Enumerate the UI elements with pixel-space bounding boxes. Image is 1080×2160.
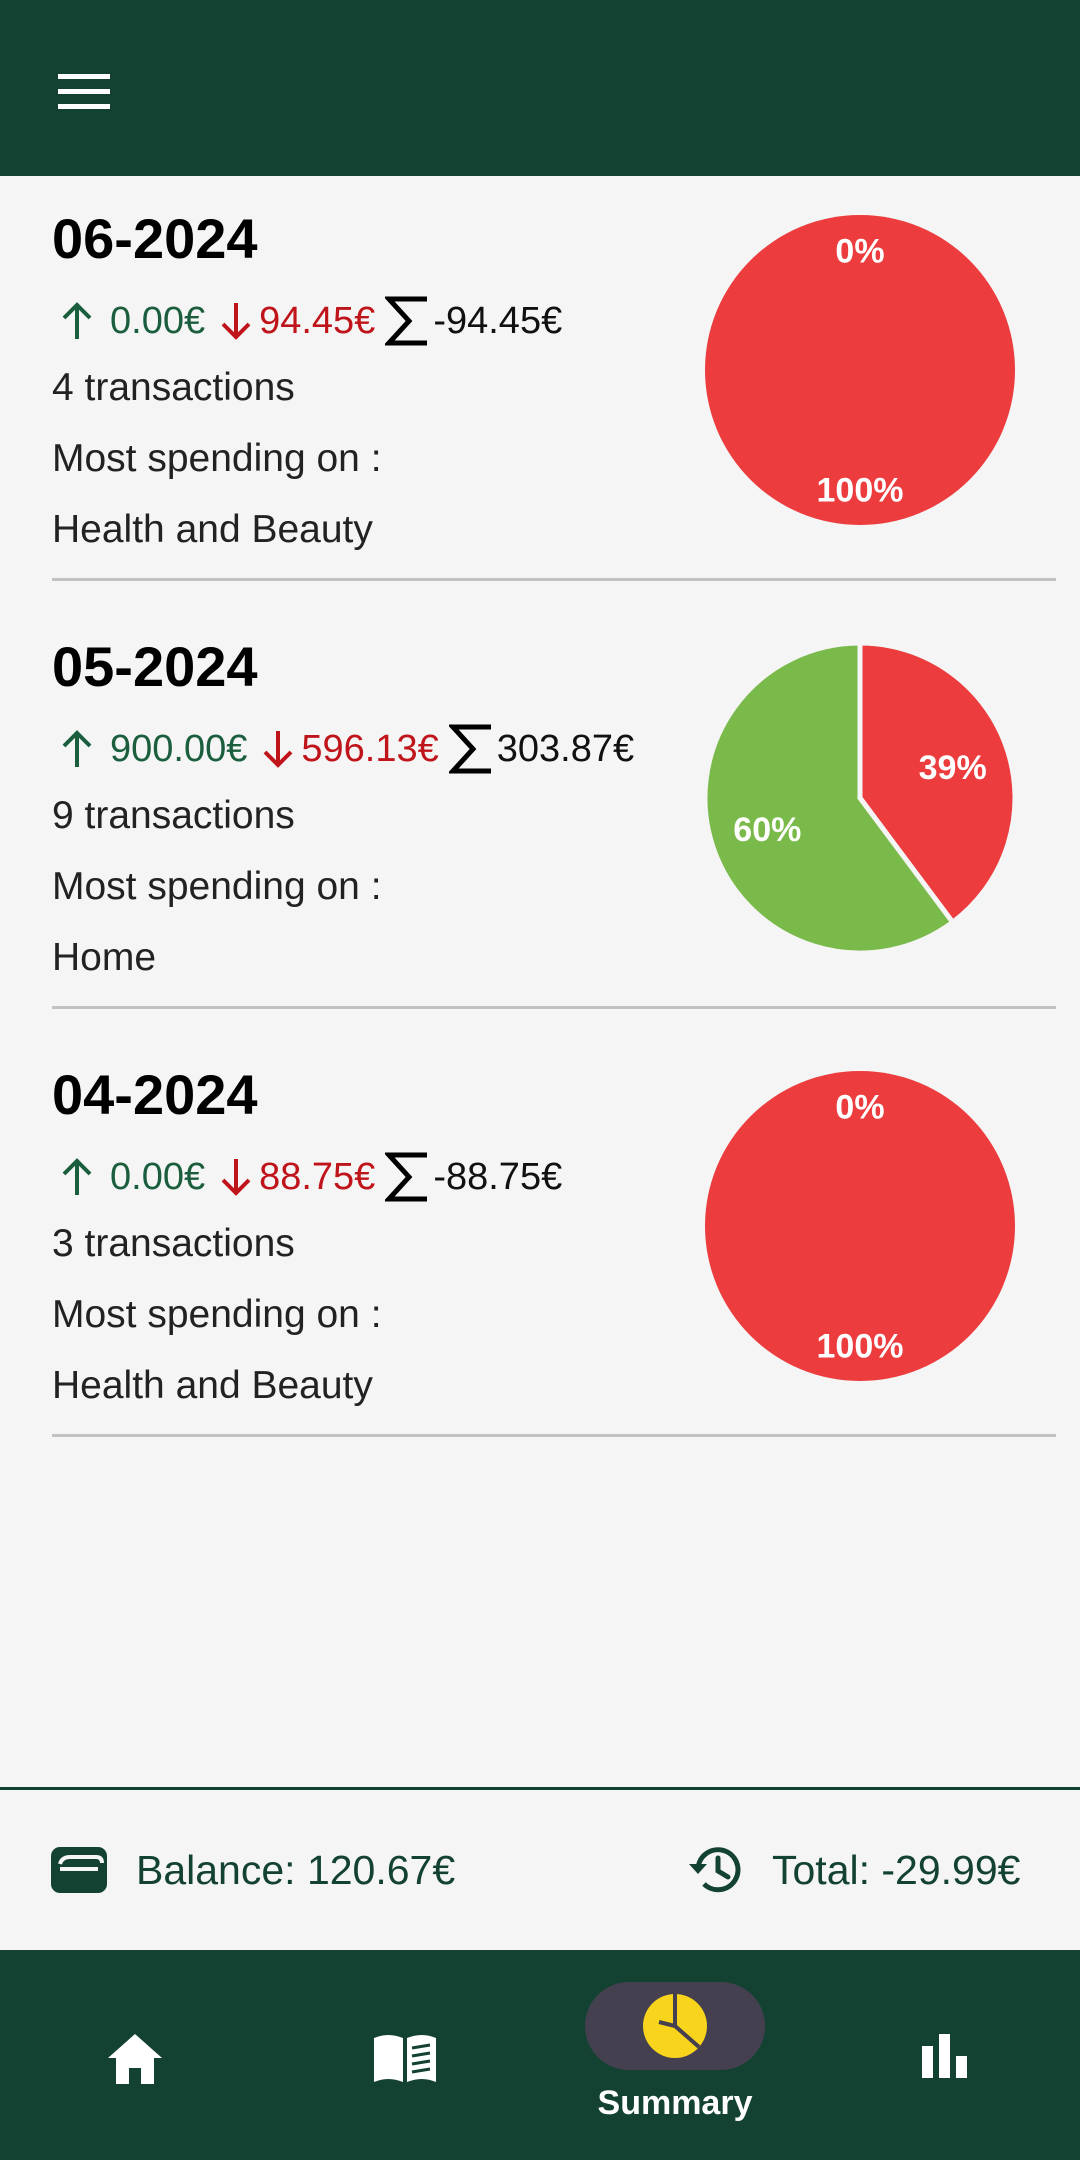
arrow-up-icon — [60, 1157, 94, 1197]
transaction-count: 3 transactions — [52, 1222, 295, 1265]
month-pie-chart[interactable]: 100% 0% — [700, 210, 1020, 530]
pie-slice-label: 100% — [817, 1327, 904, 1365]
total-amount: -94.45€ — [433, 299, 563, 342]
most-spending-category: Health and Beauty — [52, 1364, 373, 1407]
nav-home-icon-wrap — [106, 2032, 164, 2086]
pie-slice-label: 0% — [835, 1089, 884, 1127]
balance-item[interactable]: Balance: 120.67€ — [50, 1790, 455, 1950]
nav-book[interactable] — [305, 1950, 505, 2160]
nav-home[interactable] — [35, 1950, 235, 2160]
income-amount: 0.00€ — [110, 299, 206, 342]
total-item[interactable]: Total: -29.99€ — [686, 1790, 1020, 1950]
hamburger-menu-icon[interactable] — [56, 72, 112, 112]
expense-amount: 596.13€ — [301, 727, 439, 770]
most-spending-label: Most spending on : — [52, 865, 382, 908]
month-stats: 0.00€ 94.45€ -94.45€ — [60, 291, 562, 351]
arrow-up-icon — [60, 729, 94, 769]
divider — [52, 578, 1056, 581]
arrow-down-icon — [219, 1157, 253, 1197]
wallet-icon — [51, 1847, 107, 1893]
nav-summary-active-pill — [585, 1982, 765, 2070]
month-pie-chart[interactable]: 39% 60% — [700, 638, 1020, 958]
pie-slice-label: 60% — [733, 811, 801, 849]
month-title: 06-2024 — [52, 207, 258, 270]
pie-slice-label: 100% — [817, 471, 904, 509]
divider — [52, 1434, 1056, 1437]
month-title: 05-2024 — [52, 635, 258, 698]
most-spending-category: Home — [52, 936, 157, 979]
top-app-bar — [0, 0, 1080, 176]
total-amount: 303.87€ — [496, 727, 635, 770]
total-amount: -88.75€ — [433, 1155, 563, 1198]
transaction-count: 9 transactions — [52, 794, 295, 837]
month-stats: 0.00€ 88.75€ -88.75€ — [60, 1147, 562, 1207]
month-stats: 900.00€ 596.13€ 303.87€ — [60, 719, 634, 779]
month-card[interactable]: 06-2024 0.00€ 94.45€ -94.45€ 4 transacti… — [0, 176, 1080, 604]
expense-amount: 94.45€ — [259, 299, 376, 342]
history-icon — [689, 1847, 741, 1893]
pie-slice-label: 39% — [919, 749, 987, 787]
nav-summary[interactable]: Summary — [575, 1950, 775, 2160]
sigma-icon — [385, 1152, 431, 1202]
income-amount: 0.00€ — [110, 1155, 206, 1198]
bottom-navigation: Summary — [0, 1950, 1080, 2160]
book-icon — [374, 2035, 436, 2082]
bar-chart-icon — [922, 2034, 967, 2078]
balance-text: Balance: 120.67€ — [136, 1846, 456, 1893]
arrow-down-icon — [219, 301, 253, 341]
most-spending-label: Most spending on : — [52, 1293, 382, 1336]
divider — [52, 1006, 1056, 1009]
month-title: 04-2024 — [52, 1063, 258, 1126]
most-spending-label: Most spending on : — [52, 437, 382, 480]
home-icon — [108, 2034, 162, 2084]
nav-stats-icon-wrap — [920, 2032, 970, 2078]
arrow-down-icon — [261, 729, 295, 769]
sigma-icon — [448, 724, 495, 774]
income-amount: 900.00€ — [110, 727, 248, 770]
most-spending-category: Health and Beauty — [52, 508, 373, 551]
total-text: Total: -29.99€ — [772, 1846, 1021, 1893]
nav-stats[interactable] — [845, 1950, 1045, 2160]
month-pie-chart[interactable]: 100% 0% — [700, 1066, 1020, 1386]
month-card[interactable]: 04-2024 0.00€ 88.75€ -88.75€ 3 transacti… — [0, 1032, 1080, 1460]
menu-button[interactable] — [56, 52, 156, 132]
expense-amount: 88.75€ — [259, 1155, 376, 1198]
month-card[interactable]: 05-2024 900.00€ 596.13€ 303.87€ 9 transa… — [0, 604, 1080, 1032]
transaction-count: 4 transactions — [52, 366, 295, 409]
balance-bar: Balance: 120.67€ Total: -29.99€ — [0, 1787, 1080, 1950]
pie-slice-label: 0% — [835, 233, 884, 271]
pie-chart-icon — [643, 1994, 707, 2058]
arrow-up-icon — [60, 301, 94, 341]
nav-summary-label: Summary — [597, 2084, 753, 2122]
sigma-icon — [385, 296, 431, 346]
nav-book-icon-wrap — [372, 2032, 438, 2084]
